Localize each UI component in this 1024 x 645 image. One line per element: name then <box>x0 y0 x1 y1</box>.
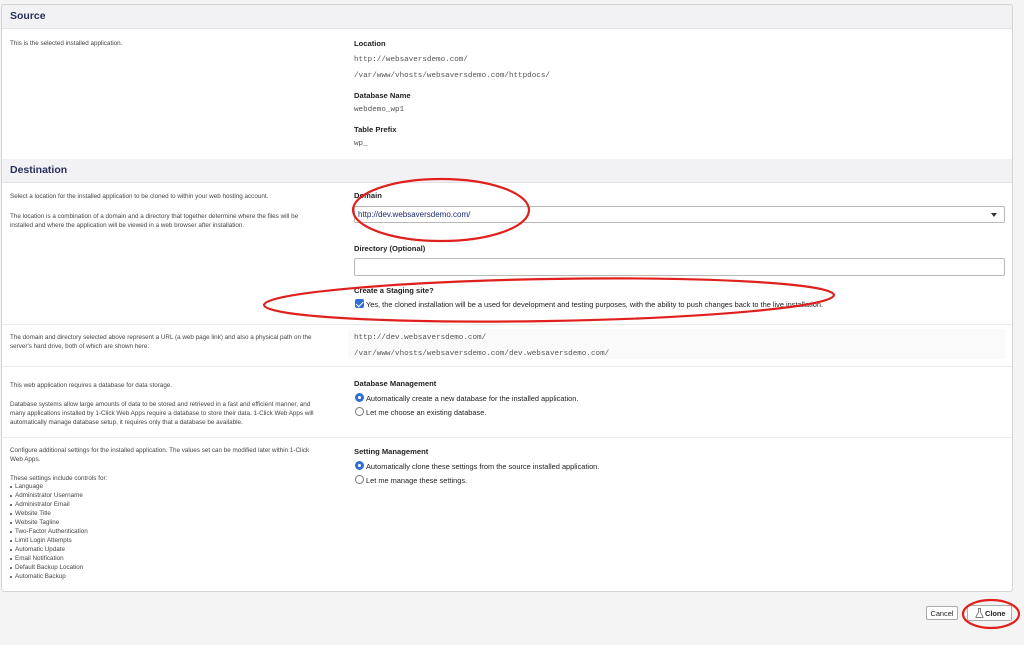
destination-section-header: Destination <box>2 159 1012 183</box>
setting-management-label: Setting Management <box>354 447 429 456</box>
chevron-down-icon <box>991 213 997 217</box>
domain-select-value: http://dev.websaversdemo.com/ <box>358 210 471 219</box>
database-existing-radio[interactable] <box>355 407 364 416</box>
directory-input[interactable] <box>354 258 1005 276</box>
location-path: /var/www/vhosts/websaversdemo.com/httpdo… <box>354 72 550 80</box>
settings-list-item: Administrator Username <box>10 492 83 499</box>
settings-auto-radio[interactable] <box>355 461 364 470</box>
database-management-label: Database Management <box>354 379 437 388</box>
settings-description-2: These settings include controls for: <box>10 475 108 482</box>
domain-label: Domain <box>354 191 382 200</box>
staging-checkbox[interactable] <box>355 299 364 308</box>
destination-url: http://dev.websaversdemo.com/ <box>354 334 487 342</box>
database-existing-label: Let me choose an existing database. <box>366 408 487 417</box>
settings-list-item: Website Tagline <box>9 519 60 526</box>
settings-list-item: Website Title <box>10 510 51 517</box>
url-info-description-a: The domain and directory selected above … <box>10 334 312 341</box>
settings-list-item: Limit Login Attempts <box>10 537 72 544</box>
location-url: http://websaversdemo.com/ <box>354 56 468 64</box>
table-prefix-label: Table Prefix <box>354 125 397 134</box>
location-label: Location <box>354 39 386 48</box>
staging-label: Create a Staging site? <box>354 286 434 295</box>
divider <box>2 366 1012 367</box>
settings-manual-radio[interactable] <box>355 475 364 484</box>
settings-list-item: Automatic Update <box>9 546 66 553</box>
settings-manual-label: Let me manage these settings. <box>366 476 468 485</box>
database-description-2c: automatically manage database setup, it … <box>10 419 243 426</box>
database-auto-label: Automatically create a new database for … <box>366 394 579 403</box>
destination-path: /var/www/vhosts/websaversdemo.com/dev.we… <box>354 350 610 358</box>
source-description: This is the selected installed applicati… <box>10 40 123 47</box>
destination-heading: Destination <box>10 164 68 176</box>
settings-list-item: Email Notification <box>10 555 64 562</box>
source-heading: Source <box>10 10 46 22</box>
destination-description-1: Select a location for the installed appl… <box>10 193 269 200</box>
database-description-2b: many applications installed by 1-Click W… <box>10 410 314 417</box>
settings-list-item: Administrator Email <box>10 501 70 508</box>
destination-description-2b: installed and where the application will… <box>10 222 245 229</box>
cancel-button[interactable]: Cancel <box>926 606 958 620</box>
divider <box>2 437 1012 438</box>
database-description-1: This web application requires a database… <box>10 382 173 389</box>
settings-auto-label: Automatically clone these settings from … <box>366 462 600 471</box>
directory-label: Directory (Optional) <box>354 244 426 253</box>
source-section-header: Source <box>2 5 1012 29</box>
clone-form-panel: Source This is the selected installed ap… <box>1 4 1013 592</box>
clone-button[interactable]: Clone <box>967 605 1012 621</box>
staging-option-text: Yes, the cloned installation will be a u… <box>366 300 823 309</box>
settings-list-item: Language <box>9 483 44 490</box>
database-auto-radio[interactable] <box>355 393 364 402</box>
divider <box>2 324 1012 325</box>
flask-icon <box>975 608 984 618</box>
domain-select[interactable]: http://dev.websaversdemo.com/ <box>354 206 1005 223</box>
database-name-label: Database Name <box>354 91 411 100</box>
url-info-description-b: server's hard drive, both of which are s… <box>10 343 150 350</box>
settings-description-1b: Web Apps. <box>10 456 41 463</box>
database-description-2a: Database systems allow large amounts of … <box>10 401 311 408</box>
destination-description-2a: The location is a combination of a domai… <box>10 213 299 220</box>
database-name-value: webdemo_wp1 <box>354 106 405 114</box>
settings-list-item: Two-Factor Authentication <box>10 528 88 535</box>
settings-list-item: Default Backup Location <box>9 564 84 571</box>
table-prefix-value: wp_ <box>354 140 368 148</box>
settings-description-1a: Configure additional settings for the in… <box>10 447 310 454</box>
settings-list-item: Automatic Backup <box>10 573 66 580</box>
